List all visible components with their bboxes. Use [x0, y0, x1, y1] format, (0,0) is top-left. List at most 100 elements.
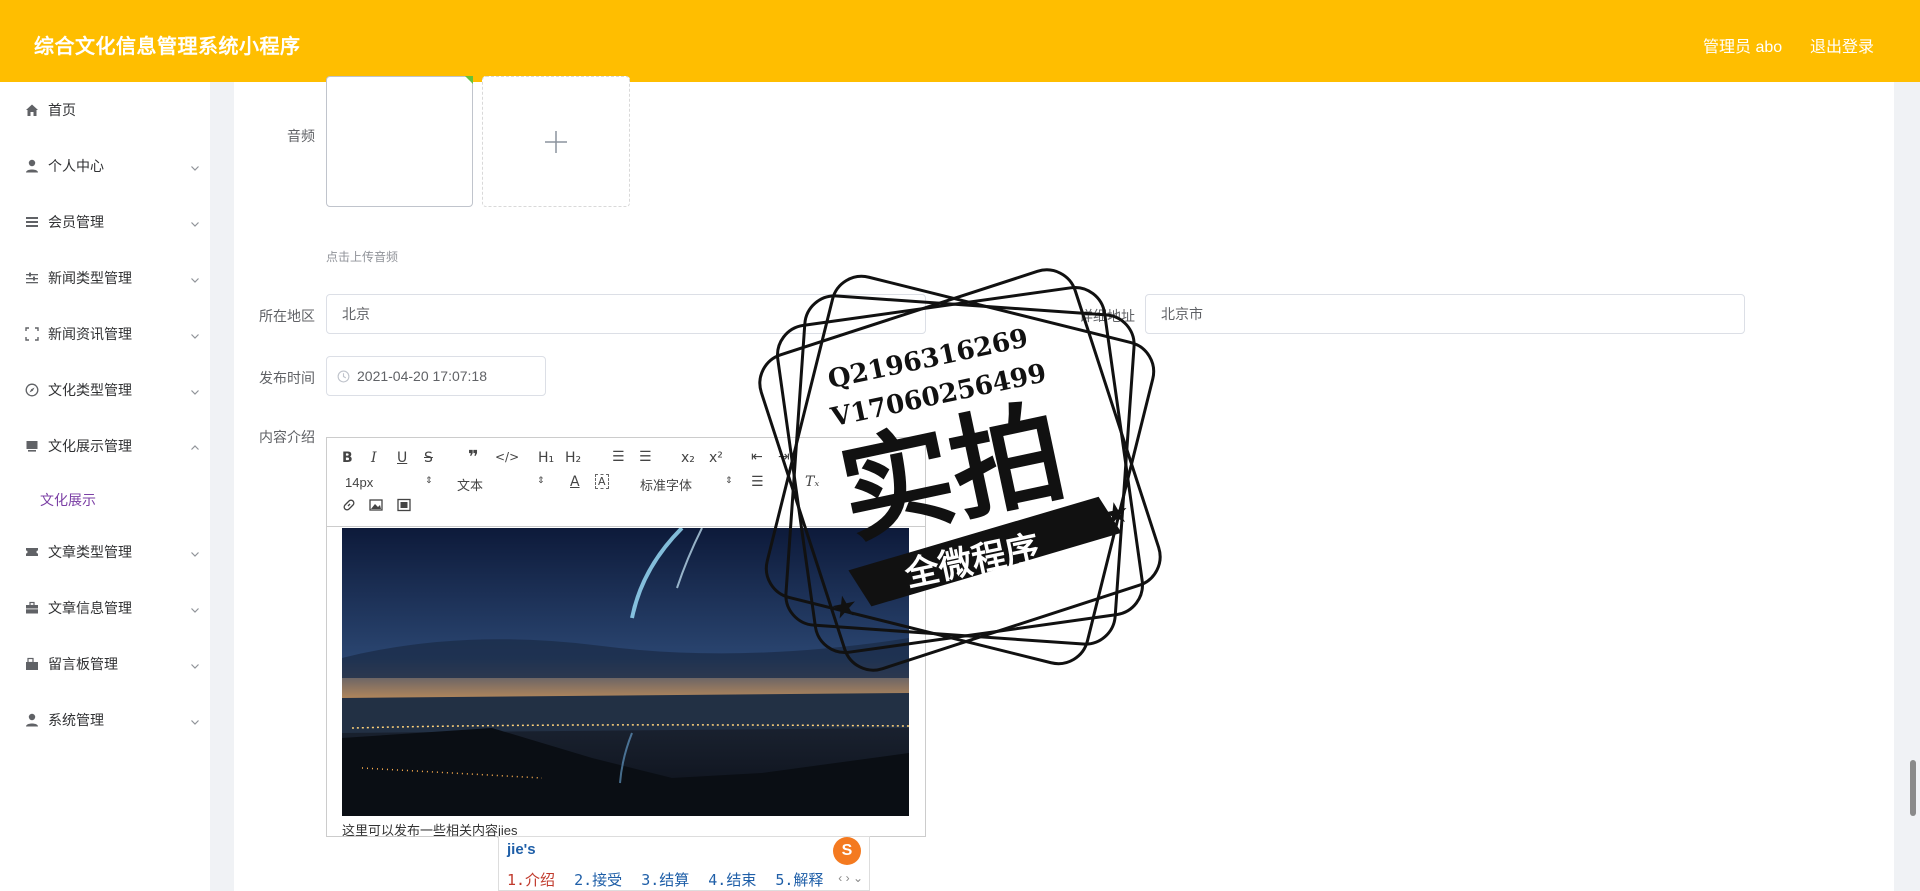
video-icon[interactable]	[397, 498, 411, 516]
sidebar-item-label: 文章信息管理	[48, 600, 132, 616]
sidebar-item-culture-types[interactable]: 文化类型管理	[0, 370, 210, 410]
current-user: 管理员 abo	[1703, 39, 1783, 56]
sidebar-item-label: 个人中心	[48, 158, 104, 174]
ime-candidate-1[interactable]: 1.介绍	[507, 871, 555, 889]
audio-upload-item[interactable]	[326, 76, 473, 207]
font-size-value: 14px	[345, 475, 374, 490]
sidebar-item-system[interactable]: 系统管理	[0, 700, 210, 740]
bullet-list-icon[interactable]: ☰	[639, 449, 652, 465]
sidebar-item-label: 新闻资讯管理	[48, 326, 132, 342]
plus-icon	[545, 130, 567, 153]
chevron-down-icon	[190, 602, 200, 618]
upload-success-corner-icon	[465, 76, 473, 84]
font-size-select[interactable]: 14px ⇕	[345, 475, 433, 490]
font-family-select[interactable]: 标准字体 ⇕	[640, 475, 733, 494]
sidebar-item-article-types[interactable]: 文章类型管理	[0, 532, 210, 572]
sidebar-item-label: 文化类型管理	[48, 382, 132, 398]
chevron-down-icon	[190, 384, 200, 400]
blockquote-icon[interactable]: ❞	[468, 447, 479, 468]
content-image	[342, 528, 909, 816]
link-icon[interactable]	[342, 498, 356, 516]
publish-time-label: 发布时间	[259, 370, 315, 386]
chevron-down-icon	[190, 546, 200, 562]
publish-time-value: 2021-04-20 17:07:18	[357, 368, 487, 384]
background-color-button[interactable]: A	[595, 474, 609, 489]
italic-button[interactable]: I	[371, 450, 377, 466]
paragraph-value: 文本	[457, 478, 484, 493]
home-icon	[24, 102, 40, 118]
chevron-down-icon	[190, 160, 200, 176]
chevron-down-icon	[190, 328, 200, 344]
sidebar-item-label: 新闻类型管理	[48, 270, 132, 286]
header1-button[interactable]: H₁	[538, 450, 554, 466]
logout-button[interactable]: 退出登录	[1810, 33, 1874, 57]
ime-page-arrows-icon[interactable]: ‹ › ⌄	[838, 871, 863, 885]
image-icon[interactable]	[369, 498, 383, 516]
sidebar-item-articles[interactable]: 文章信息管理	[0, 588, 210, 628]
address-input[interactable]: 北京市	[1145, 294, 1745, 334]
code-icon[interactable]: </>	[495, 450, 519, 464]
paragraph-select[interactable]: 文本 ⇕	[457, 475, 545, 494]
editor-content-text[interactable]: 这里可以发布一些相关内容jies	[342, 820, 518, 839]
clear-format-icon[interactable]: Tₓ	[805, 474, 819, 490]
sidebar-item-label: 首页	[48, 102, 76, 118]
outdent-icon[interactable]: ⇤	[751, 449, 763, 465]
select-arrows-icon: ⇕	[537, 475, 545, 485]
sidebar-item-culture-display[interactable]: 文化展示管理	[0, 426, 210, 466]
strike-button[interactable]: S	[424, 450, 433, 466]
user-icon	[24, 158, 40, 174]
sidebar-item-message-board[interactable]: 留言板管理	[0, 644, 210, 684]
superscript-button[interactable]: x²	[709, 450, 723, 466]
address-label: 详细地址	[1079, 308, 1135, 324]
sidebar-item-home[interactable]: 首页	[0, 90, 210, 130]
ime-candidate-5[interactable]: 5.解释	[775, 871, 823, 889]
ordered-list-icon[interactable]: ☰	[612, 449, 625, 465]
font-color-button[interactable]: A	[570, 474, 580, 490]
briefcase-icon	[24, 600, 40, 616]
region-label: 所在地区	[259, 308, 315, 324]
sidebar-item-news-types[interactable]: 新闻类型管理	[0, 258, 210, 298]
list-icon	[24, 214, 40, 230]
indent-icon[interactable]: ⇥	[778, 449, 790, 465]
sidebar-item-profile[interactable]: 个人中心	[0, 146, 210, 186]
ime-candidate-2[interactable]: 2.接受	[574, 871, 622, 889]
sidebar-item-label: 留言板管理	[48, 656, 118, 672]
region-input[interactable]: 北京	[326, 294, 926, 334]
sliders-icon	[24, 270, 40, 286]
page-scrollbar[interactable]	[1910, 760, 1916, 816]
bag-icon	[24, 656, 40, 672]
audio-label: 音频	[287, 128, 315, 144]
underline-button[interactable]: U	[397, 450, 407, 466]
clock-icon	[337, 370, 350, 383]
sogou-logo-icon: S	[833, 837, 861, 865]
header2-button[interactable]: H₂	[565, 450, 581, 466]
content-label: 内容介绍	[259, 429, 315, 445]
sidebar-item-label: 系统管理	[48, 712, 104, 728]
bold-button[interactable]: B	[342, 450, 353, 466]
sidebar: 首页 个人中心 会员管理 新闻类型管理 新闻资讯管理 文化类型管理 文化展示管理…	[0, 82, 210, 891]
select-arrows-icon: ⇕	[425, 475, 433, 485]
ime-candidate-window: jie's S 1.介绍 2.接受 3.结算 4.结束 5.解释 ‹ › ⌄	[498, 836, 870, 891]
user-icon	[24, 712, 40, 728]
chevron-down-icon	[190, 714, 200, 730]
compass-icon	[24, 382, 40, 398]
ime-candidate-3[interactable]: 3.结算	[641, 871, 689, 889]
audio-upload-button[interactable]	[482, 76, 630, 207]
sidebar-item-members[interactable]: 会员管理	[0, 202, 210, 242]
top-header: 综合文化信息管理系统小程序 管理员 abo 退出登录	[0, 0, 1920, 82]
audio-upload-hint: 点击上传音频	[326, 250, 399, 264]
publish-time-input[interactable]: 2021-04-20 17:07:18	[326, 356, 546, 396]
frame-icon	[24, 326, 40, 342]
sidebar-item-label: 文化展示管理	[48, 438, 132, 454]
align-icon[interactable]: ☰	[751, 474, 764, 490]
ticket-icon	[24, 544, 40, 560]
ime-candidate-4[interactable]: 4.结束	[708, 871, 756, 889]
sidebar-subitem-culture-display[interactable]: 文化展示	[40, 490, 96, 510]
font-family-value: 标准字体	[640, 478, 693, 493]
subscript-button[interactable]: x₂	[681, 450, 695, 466]
chevron-down-icon	[190, 272, 200, 288]
sidebar-item-news[interactable]: 新闻资讯管理	[0, 314, 210, 354]
monitor-icon	[24, 438, 40, 454]
chevron-down-icon	[190, 216, 200, 232]
rich-text-editor: B I U S ❞ </> H₁ H₂ ☰ ☰ x₂ x² ⇤ ⇥ 14px ⇕ …	[326, 437, 926, 839]
